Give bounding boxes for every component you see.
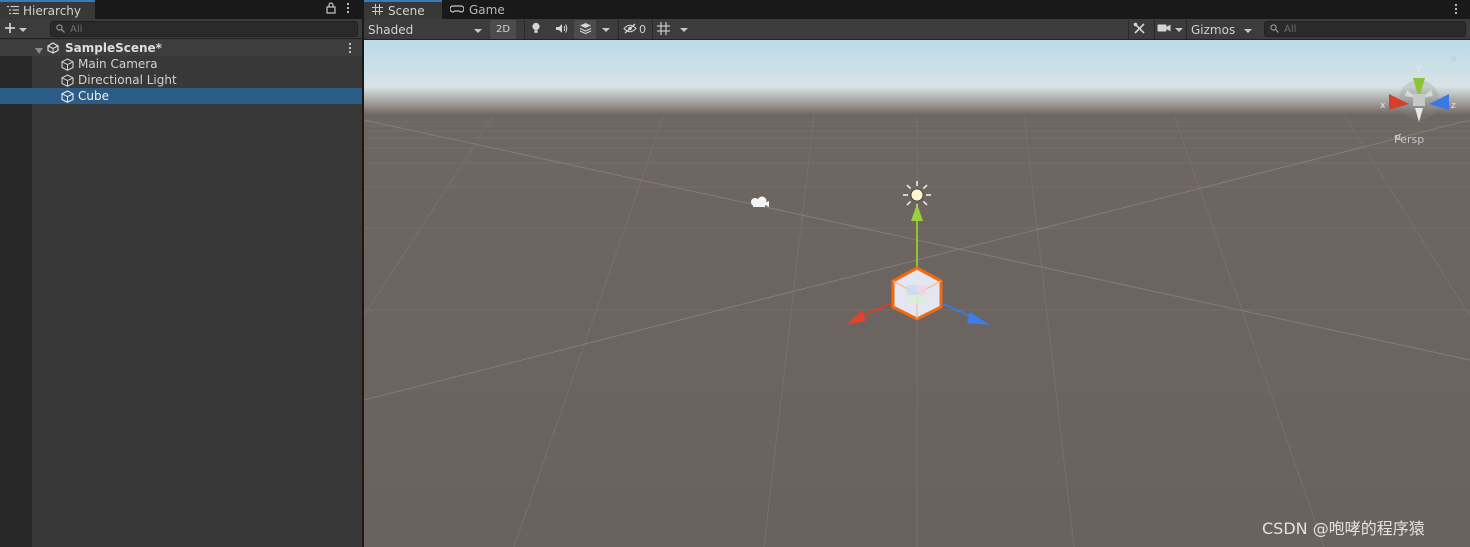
tab-game[interactable]: Game [442, 0, 512, 19]
audio-toggle-button[interactable] [550, 20, 572, 39]
search-icon [1270, 22, 1279, 36]
gizmos-dropdown[interactable]: Gizmos [1186, 20, 1256, 39]
selected-cube[interactable] [891, 266, 943, 321]
shading-mode-dropdown[interactable]: Shaded [364, 20, 486, 39]
axis-x-label: x [1380, 101, 1386, 111]
grid-snap-icon [657, 21, 670, 38]
hierarchy-tree [0, 40, 362, 547]
search-icon [56, 22, 65, 36]
shading-mode-value: Shaded [368, 22, 414, 37]
scene-viewport[interactable]: y x z Persp CSDN @咆哮的程序猿 [364, 40, 1470, 547]
hierarchy-search-placeholder: All [70, 23, 83, 35]
chevron-down-icon [602, 23, 610, 36]
grid-dropdown-button[interactable] [676, 20, 692, 39]
hierarchy-item-label: Cube [78, 89, 109, 103]
speaker-icon [555, 23, 568, 37]
scene-tabbar: Scene Game [364, 0, 1470, 19]
gizmo-lock-icon[interactable] [1451, 56, 1456, 61]
scene-toolbar: Shaded 2D 0 Gizmos All [364, 19, 1470, 40]
hierarchy-item-directional-light[interactable]: Directional Light [0, 72, 362, 88]
lighting-toggle-button[interactable] [524, 20, 546, 39]
unity-logo-icon [47, 42, 59, 57]
effects-toggle-button[interactable] [574, 20, 596, 39]
scene-search-input[interactable]: All [1264, 21, 1466, 37]
tab-hierarchy-label: Hierarchy [23, 3, 82, 18]
scene-root-item[interactable]: SampleScene* [0, 40, 362, 56]
axis-z-label: z [1451, 101, 1456, 111]
watermark: CSDN @咆哮的程序猿 [1262, 519, 1425, 538]
create-dropdown-button[interactable] [4, 21, 34, 37]
tools-button[interactable] [1128, 20, 1150, 39]
scene-menu-icon[interactable] [348, 42, 352, 57]
scene-render: y x z [364, 40, 1470, 547]
chevron-down-icon [1174, 23, 1183, 36]
hierarchy-toolbar: All [0, 19, 362, 39]
lightbulb-icon [531, 22, 541, 37]
chevron-down-icon [1244, 23, 1252, 37]
tab-game-label: Game [469, 2, 505, 17]
effects-dropdown-button[interactable] [598, 20, 614, 39]
list-icon [7, 4, 19, 18]
hierarchy-item-label: Main Camera [78, 57, 158, 71]
chevron-down-icon [19, 22, 27, 36]
tab-scene[interactable]: Scene [364, 0, 442, 19]
plus-icon [4, 22, 16, 37]
camera-settings-dropdown[interactable] [1154, 20, 1184, 39]
chevron-down-icon [680, 23, 688, 36]
kebab-menu-icon[interactable] [1454, 3, 1458, 18]
axis-y-label: y [1416, 63, 1422, 73]
grid-toggle-button[interactable] [652, 20, 674, 39]
grid-icon [372, 3, 383, 18]
hierarchy-tabbar: Hierarchy [0, 0, 362, 19]
hierarchy-item-label: Directional Light [78, 73, 177, 87]
gizmos-label: Gizmos [1191, 22, 1236, 37]
chevron-down-icon [474, 23, 482, 37]
hierarchy-search-input[interactable]: All [50, 21, 358, 37]
projection-toggle[interactable]: Persp [1394, 133, 1424, 146]
scene-visibility-toggle-button[interactable]: 0 [618, 20, 650, 39]
toggle-2d-button[interactable]: 2D [490, 20, 516, 39]
hierarchy-gutter [0, 40, 32, 547]
eye-slash-icon [623, 23, 637, 37]
lock-icon[interactable] [326, 2, 336, 17]
layers-icon [579, 22, 592, 37]
video-camera-icon [1157, 23, 1171, 36]
hierarchy-item-cube[interactable]: Cube [0, 88, 362, 104]
tab-scene-label: Scene [388, 3, 425, 18]
hierarchy-panel: Hierarchy All SampleScene* Main Camera D… [0, 0, 362, 547]
hidden-count: 0 [639, 23, 646, 36]
tools-icon [1133, 22, 1146, 38]
scene-search-placeholder: All [1284, 23, 1297, 35]
tab-hierarchy[interactable]: Hierarchy [0, 0, 95, 19]
gameobject-cube-icon [61, 90, 74, 106]
kebab-menu-icon[interactable] [346, 2, 350, 17]
hierarchy-item-main-camera[interactable]: Main Camera [0, 56, 362, 72]
scene-panel: Scene Game Shaded 2D 0 Gizmos All y x z … [364, 0, 1470, 547]
gamepad-icon [449, 3, 465, 17]
scene-name: SampleScene* [65, 41, 162, 55]
